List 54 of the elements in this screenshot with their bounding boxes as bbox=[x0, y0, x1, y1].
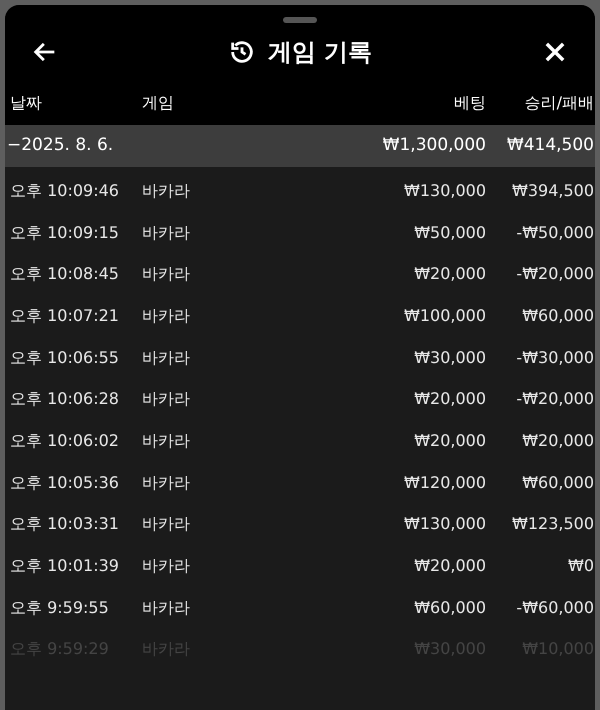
drag-handle[interactable] bbox=[283, 17, 317, 23]
result-cell-text: -₩20,000 bbox=[515, 388, 594, 410]
bet-cell-text: ₩30,000 bbox=[413, 346, 486, 369]
time-cell-text: 오후 10:06:55 bbox=[10, 346, 120, 369]
game-cell-text: 바카라 bbox=[142, 222, 190, 244]
column-header: 게임 bbox=[142, 92, 174, 114]
time-cell-text: 오후 10:07:21 bbox=[10, 304, 120, 327]
time-cell-text: 오후 10:09:46 bbox=[10, 180, 120, 202]
group-bet-total: ₩1,300,000 bbox=[382, 134, 486, 158]
time-cell-text: 오후 10:08:45 bbox=[10, 263, 120, 286]
result-cell-text: -₩60,000 bbox=[515, 596, 594, 619]
time-cell-text: 오후 10:06:28 bbox=[10, 388, 120, 410]
time-cell-text: 오후 10:06:02 bbox=[10, 430, 120, 452]
game-cell-text: 바카라 bbox=[142, 263, 190, 286]
date-group-row[interactable]: −2025. 8. 6. ₩1,300,000 ₩414,500 bbox=[5, 125, 595, 167]
result-cell-text: ₩0 bbox=[567, 555, 594, 578]
bet-cell-text: ₩20,000 bbox=[413, 388, 486, 410]
time-cell-text: 오후 10:01:39 bbox=[10, 555, 120, 578]
game-cell-text: 바카라 bbox=[142, 596, 190, 619]
bet-cell-text: ₩50,000 bbox=[413, 222, 486, 244]
window-title: 게임 기록 bbox=[268, 37, 372, 68]
bet-cell-text: ₩20,000 bbox=[413, 430, 486, 452]
game-cell-text: 바카라 bbox=[142, 472, 190, 494]
game-cell-text: 바카라 bbox=[142, 388, 190, 410]
bet-cell-text: ₩130,000 bbox=[403, 513, 486, 536]
game-cell-text: 바카라 bbox=[142, 430, 190, 452]
column-header: 날짜 bbox=[10, 92, 43, 114]
result-cell-text: -₩50,000 bbox=[515, 222, 594, 244]
result-cell-text: -₩20,000 bbox=[515, 263, 594, 286]
game-cell-text: 바카라 bbox=[142, 513, 190, 536]
bet-cell-text: ₩20,000 bbox=[413, 263, 486, 286]
group-date: −2025. 8. 6. bbox=[7, 134, 114, 158]
time-cell-text: 오후 10:03:31 bbox=[10, 513, 120, 536]
result-cell-text: ₩394,500 bbox=[511, 180, 594, 202]
bet-cell-text: ₩60,000 bbox=[413, 596, 486, 619]
bet-cell-text: ₩130,000 bbox=[403, 180, 486, 202]
result-cell-text: ₩20,000 bbox=[521, 430, 594, 452]
group-result-total: ₩414,500 bbox=[506, 134, 594, 158]
time-cell-text: 오후 10:09:15 bbox=[10, 222, 120, 244]
result-cell-text: -₩30,000 bbox=[515, 346, 594, 369]
column-header: 승리/패배 bbox=[524, 92, 594, 114]
result-cell-text: ₩123,500 bbox=[511, 513, 594, 536]
time-cell-text: 오후 9:59:55 bbox=[10, 596, 110, 619]
time-cell-text: 오후 10:05:36 bbox=[10, 472, 120, 494]
column-header: 베팅 bbox=[453, 92, 486, 114]
result-cell-text: ₩60,000 bbox=[521, 472, 594, 494]
result-cell-text: ₩60,000 bbox=[521, 304, 594, 327]
game-cell-text: 바카라 bbox=[142, 555, 190, 578]
bet-cell-text: ₩120,000 bbox=[403, 472, 486, 494]
game-cell-text: 바카라 bbox=[142, 180, 190, 202]
game-cell-text: 바카라 bbox=[142, 304, 190, 327]
bet-cell-text: ₩20,000 bbox=[413, 555, 486, 578]
bet-cell-text: ₩100,000 bbox=[403, 304, 486, 327]
game-cell-text: 바카라 bbox=[142, 346, 190, 369]
